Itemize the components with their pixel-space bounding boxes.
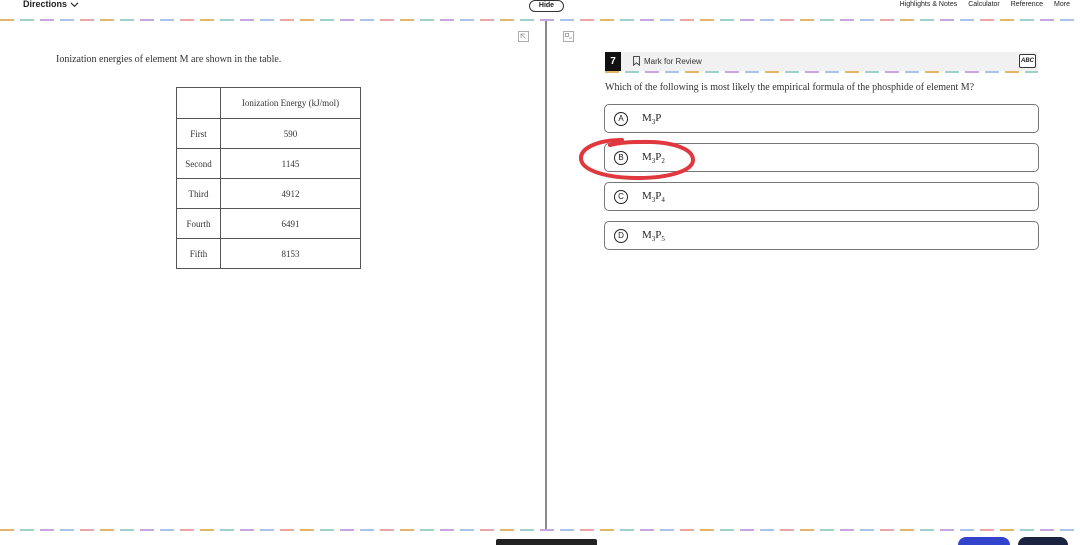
mark-for-review-label: Mark for Review — [644, 56, 702, 66]
top-toolbar: Directions Hide Highlights & Notes Calcu… — [0, 0, 1080, 20]
table-row: First 590 — [176, 118, 361, 149]
answer-choice-b[interactable]: B M3P2 — [604, 143, 1039, 172]
choice-letter: A — [614, 112, 628, 126]
table-cell: 6491 — [220, 208, 361, 239]
choice-formula: M3P5 — [642, 229, 665, 244]
table-row: Fourth 6491 — [176, 208, 361, 239]
table-cell: Second — [176, 148, 221, 179]
reference-button[interactable]: Reference — [1011, 1, 1043, 8]
answer-choice-c[interactable]: C M3P4 — [604, 182, 1039, 211]
tool-menu: Highlights & Notes Calculator Reference … — [900, 1, 1070, 8]
expand-passage-icon[interactable] — [518, 31, 529, 42]
table-cell: Third — [176, 178, 221, 209]
back-button[interactable] — [958, 537, 1010, 545]
mark-for-review-button[interactable]: Mark for Review — [633, 56, 702, 66]
bookmark-icon — [633, 56, 640, 66]
table-header-cell — [176, 87, 221, 119]
choice-formula: M3P — [642, 112, 662, 127]
question-text: Which of the following is most likely th… — [605, 82, 975, 93]
question-navigator-button[interactable] — [496, 539, 597, 545]
expand-question-icon[interactable] — [563, 31, 574, 42]
directions-label: Directions — [23, 0, 68, 9]
next-button[interactable] — [1018, 537, 1068, 545]
choice-formula: M3P4 — [642, 190, 665, 205]
table-row: Fifth 8153 — [176, 238, 361, 269]
directions-dropdown[interactable]: Directions — [23, 0, 79, 9]
chevron-down-icon — [70, 1, 79, 7]
table-header-cell: Ionization Energy (kJ/mol) — [220, 87, 361, 119]
footer-divider — [0, 529, 1080, 531]
answer-choice-d[interactable]: D M3P5 — [604, 221, 1039, 250]
panel-divider[interactable] — [545, 21, 547, 529]
question-header: 7 Mark for Review ABC — [605, 52, 1038, 71]
choice-letter: B — [614, 151, 628, 165]
table-cell: Fourth — [176, 208, 221, 239]
table-row: Third 4912 — [176, 178, 361, 209]
answer-choice-a[interactable]: A M3P — [604, 104, 1039, 133]
question-header-divider — [605, 71, 1038, 73]
choice-formula: M3P2 — [642, 151, 665, 166]
table-cell: First — [176, 118, 221, 149]
calculator-button[interactable]: Calculator — [968, 1, 1000, 8]
table-cell: 590 — [220, 118, 361, 149]
table-cell: 8153 — [220, 238, 361, 269]
header-divider — [0, 19, 1080, 21]
question-number: 7 — [605, 52, 621, 71]
table-cell: 4912 — [220, 178, 361, 209]
ionization-energy-table: Ionization Energy (kJ/mol) First 590 Sec… — [176, 87, 361, 269]
highlights-notes-button[interactable]: Highlights & Notes — [900, 1, 958, 8]
table-header-row: Ionization Energy (kJ/mol) — [176, 87, 361, 119]
hide-button[interactable]: Hide — [529, 0, 564, 12]
table-row: Second 1145 — [176, 148, 361, 179]
choice-letter: D — [614, 229, 628, 243]
passage-intro-text: Ionization energies of element M are sho… — [56, 54, 282, 65]
choice-letter: C — [614, 190, 628, 204]
answer-eliminator-button[interactable]: ABC — [1019, 54, 1036, 68]
table-cell: 1145 — [220, 148, 361, 179]
table-cell: Fifth — [176, 238, 221, 269]
more-button[interactable]: More — [1054, 1, 1070, 8]
